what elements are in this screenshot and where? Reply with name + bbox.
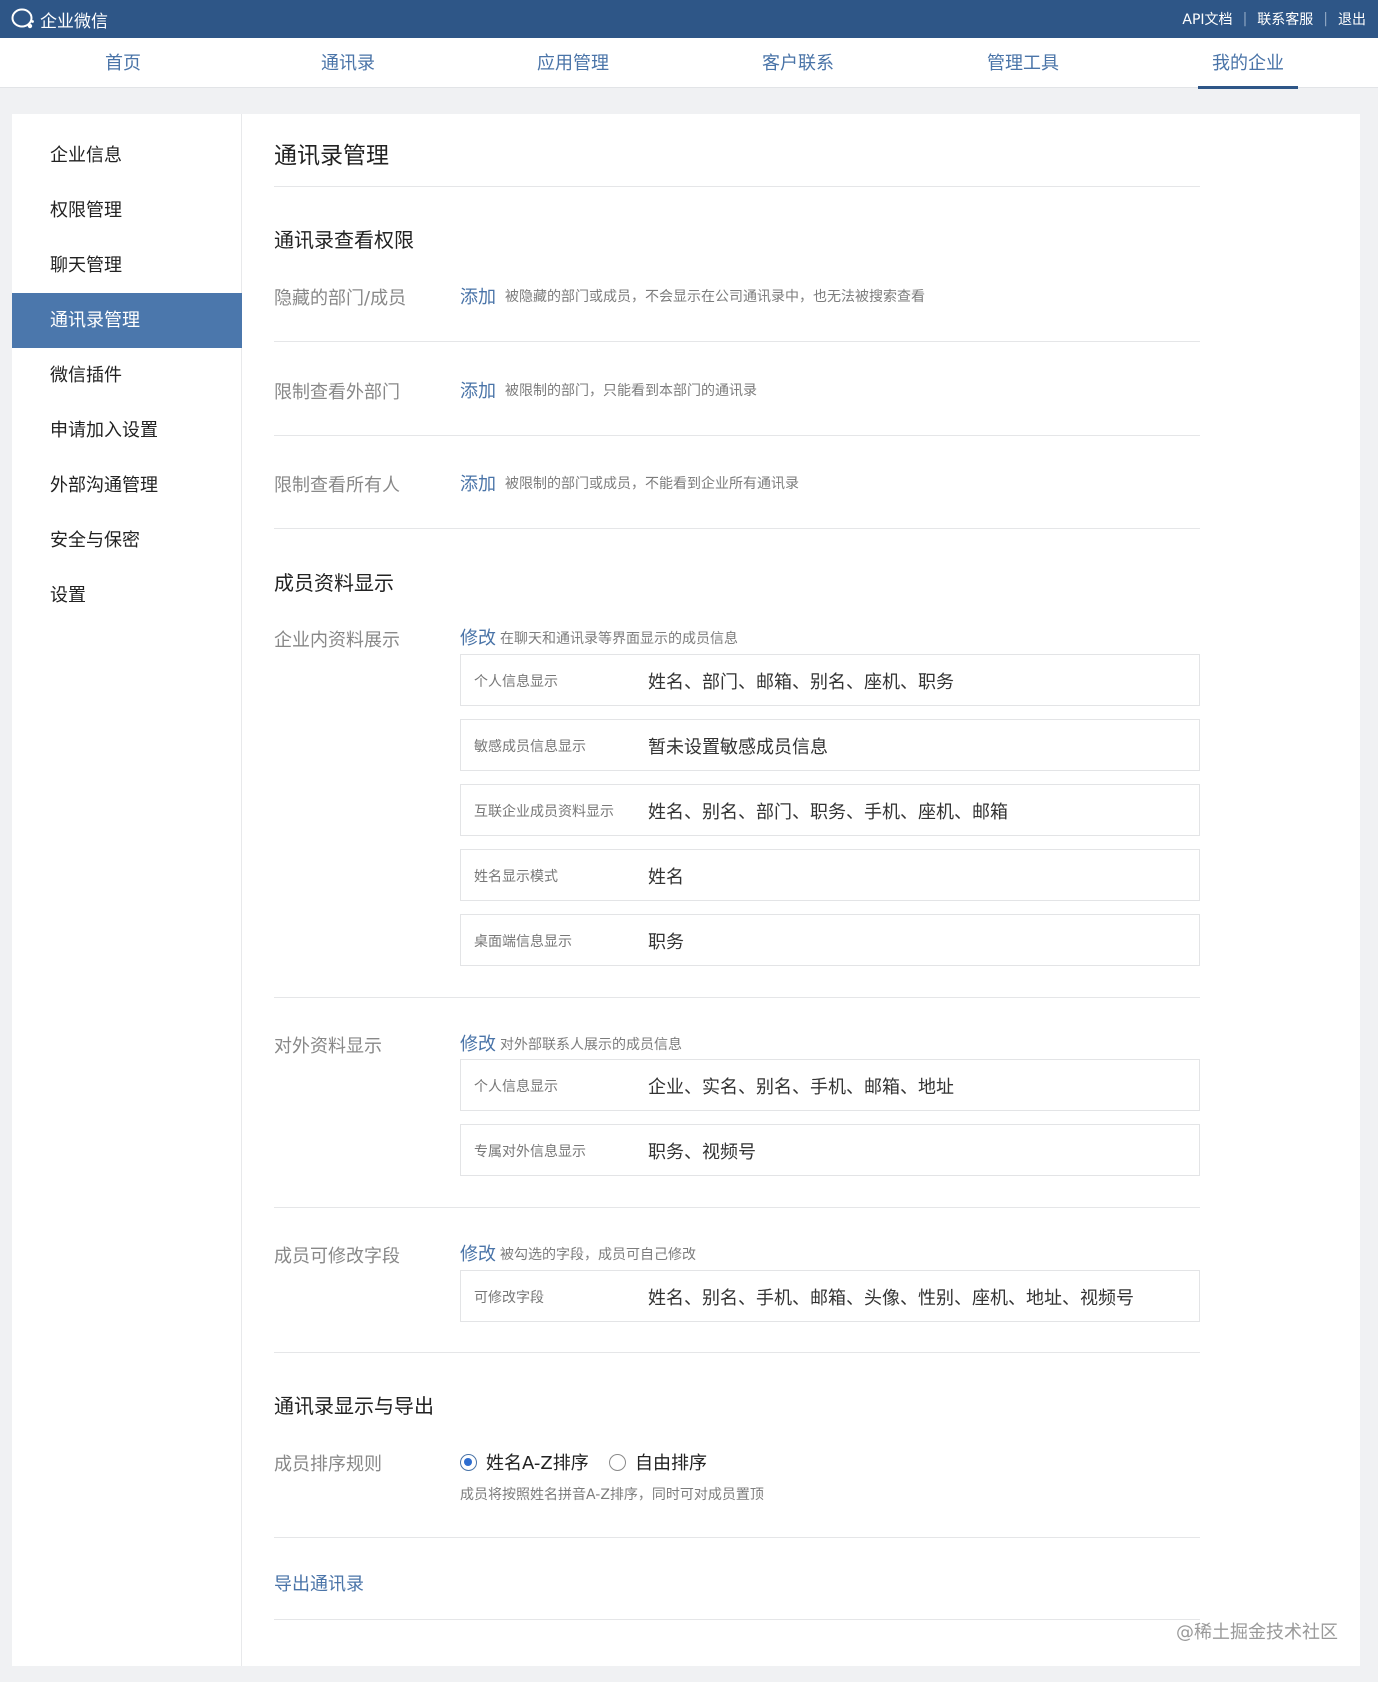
nav-management-tools[interactable]: 管理工具	[963, 38, 1083, 88]
field-value: 姓名、别名、手机、邮箱、头像、性别、座机、地址、视频号	[648, 1288, 1134, 1309]
divider	[274, 997, 1200, 998]
row-label-internal-display: 企业内资料展示	[274, 630, 400, 651]
nav-home[interactable]: 首页	[63, 38, 183, 88]
edit-external-display-link[interactable]: 修改	[460, 1030, 496, 1056]
top-bar: 企业微信 API文档 | 联系客服 | 退出	[0, 0, 1378, 38]
logo-text: 企业微信	[40, 11, 108, 32]
field-box: 桌面端信息显示 职务	[460, 914, 1200, 966]
field-label: 互联企业成员资料显示	[474, 804, 614, 820]
field-value: 职务、视频号	[648, 1142, 756, 1163]
sort-free-label: 自由排序	[635, 1453, 707, 1474]
field-label: 可修改字段	[474, 1290, 544, 1306]
section-title-member-display: 成员资料显示	[274, 571, 394, 595]
nav-app-management[interactable]: 应用管理	[513, 38, 633, 88]
hint-sort-rule: 成员将按照姓名拼音A-Z排序，同时可对成员置顶	[460, 1487, 764, 1503]
field-value: 企业、实名、别名、手机、邮箱、地址	[648, 1077, 954, 1098]
field-box: 可修改字段 姓名、别名、手机、邮箱、头像、性别、座机、地址、视频号	[460, 1270, 1200, 1322]
field-box: 敏感成员信息显示 暂未设置敏感成员信息	[460, 719, 1200, 771]
divider	[274, 1352, 1200, 1353]
field-label: 专属对外信息显示	[474, 1144, 586, 1160]
watermark: @稀土掘金技术社区	[1176, 1622, 1338, 1643]
radio-checked-icon	[460, 1453, 477, 1471]
field-box: 互联企业成员资料显示 姓名、别名、部门、职务、手机、座机、邮箱	[460, 784, 1200, 836]
row-label-hidden-members: 隐藏的部门/成员	[274, 288, 407, 309]
divider	[274, 435, 1200, 436]
top-links: API文档 | 联系客服 | 退出	[1182, 9, 1366, 29]
edit-internal-display-link[interactable]: 修改	[460, 624, 496, 650]
field-label: 桌面端信息显示	[474, 934, 572, 950]
main-panel: 企业信息 权限管理 聊天管理 通讯录管理 微信插件 申请加入设置 外部沟通管理 …	[12, 114, 1360, 1666]
nav-my-enterprise[interactable]: 我的企业	[1188, 38, 1308, 89]
wecom-logo-icon	[11, 8, 34, 29]
sidebar-item-security[interactable]: 安全与保密	[12, 513, 242, 568]
sidebar-item-external-communication[interactable]: 外部沟通管理	[12, 458, 242, 513]
nav-contacts[interactable]: 通讯录	[288, 38, 408, 88]
contact-support-link[interactable]: 联系客服	[1257, 9, 1313, 29]
sort-free-radio[interactable]: 自由排序	[609, 1449, 707, 1475]
sidebar-item-chat-management[interactable]: 聊天管理	[12, 238, 242, 293]
hint-restrict-all: 被限制的部门或成员，不能看到企业所有通讯录	[505, 476, 799, 492]
field-value: 姓名、部门、邮箱、别名、座机、职务	[648, 672, 954, 693]
divider	[274, 341, 1200, 342]
section-title-display-export: 通讯录显示与导出	[274, 1394, 434, 1418]
divider: |	[1323, 11, 1328, 27]
add-restrict-other-depts-link[interactable]: 添加	[460, 377, 496, 403]
field-box: 专属对外信息显示 职务、视频号	[460, 1124, 1200, 1176]
sidebar-item-settings[interactable]: 设置	[12, 568, 242, 623]
field-label: 个人信息显示	[474, 1079, 558, 1095]
logo[interactable]: 企业微信	[10, 5, 108, 33]
field-label: 姓名显示模式	[474, 869, 558, 885]
add-hidden-members-link[interactable]: 添加	[460, 283, 496, 309]
api-docs-link[interactable]: API文档	[1182, 9, 1232, 29]
divider	[274, 1619, 1200, 1620]
field-value: 姓名	[648, 867, 684, 888]
row-label-restrict-all: 限制查看所有人	[274, 475, 400, 496]
row-label-external-display: 对外资料显示	[274, 1036, 382, 1057]
divider	[274, 186, 1200, 187]
row-label-editable-fields: 成员可修改字段	[274, 1246, 400, 1267]
sort-az-label: 姓名A-Z排序	[486, 1453, 589, 1474]
field-value: 暂未设置敏感成员信息	[648, 737, 828, 758]
row-label-restrict-other-depts: 限制查看外部门	[274, 382, 400, 403]
divider	[274, 1207, 1200, 1208]
field-value: 姓名、别名、部门、职务、手机、座机、邮箱	[648, 802, 1008, 823]
main-nav: 首页 通讯录 应用管理 客户联系 管理工具 我的企业	[0, 38, 1378, 89]
divider: |	[1242, 11, 1248, 27]
hint-hidden-members: 被隐藏的部门或成员，不会显示在公司通讯录中，也无法被搜索查看	[505, 289, 925, 305]
hint-editable-fields: 被勾选的字段，成员可自己修改	[500, 1247, 696, 1263]
field-box: 姓名显示模式 姓名	[460, 849, 1200, 901]
edit-editable-fields-link[interactable]: 修改	[460, 1240, 496, 1266]
export-contacts-link[interactable]: 导出通讯录	[274, 1570, 364, 1596]
divider	[274, 528, 1200, 529]
field-value: 职务	[648, 932, 684, 953]
sidebar: 企业信息 权限管理 聊天管理 通讯录管理 微信插件 申请加入设置 外部沟通管理 …	[12, 114, 242, 1666]
sort-az-radio[interactable]: 姓名A-Z排序	[460, 1449, 589, 1475]
hint-internal-display: 在聊天和通讯录等界面显示的成员信息	[500, 631, 738, 647]
sidebar-item-permissions[interactable]: 权限管理	[12, 183, 242, 238]
sidebar-item-enterprise-info[interactable]: 企业信息	[12, 128, 242, 183]
sidebar-item-contacts-management[interactable]: 通讯录管理	[12, 293, 242, 348]
field-box: 个人信息显示 企业、实名、别名、手机、邮箱、地址	[460, 1059, 1200, 1111]
logout-link[interactable]: 退出	[1338, 9, 1366, 29]
add-restrict-all-link[interactable]: 添加	[460, 470, 496, 496]
nav-customer-contact[interactable]: 客户联系	[738, 38, 858, 88]
row-label-sort-rule: 成员排序规则	[274, 1454, 382, 1475]
sidebar-item-wechat-plugin[interactable]: 微信插件	[12, 348, 242, 403]
radio-unchecked-icon	[609, 1453, 626, 1471]
field-label: 敏感成员信息显示	[474, 739, 586, 755]
page-title: 通讯录管理	[274, 143, 389, 169]
divider	[274, 1537, 1200, 1538]
sidebar-item-join-settings[interactable]: 申请加入设置	[12, 403, 242, 458]
field-label: 个人信息显示	[474, 674, 558, 690]
hint-external-display: 对外部联系人展示的成员信息	[500, 1037, 682, 1053]
hint-restrict-other-depts: 被限制的部门，只能看到本部门的通讯录	[505, 383, 757, 399]
field-box: 个人信息显示 姓名、部门、邮箱、别名、座机、职务	[460, 654, 1200, 706]
section-title-view-permissions: 通讯录查看权限	[274, 228, 414, 252]
